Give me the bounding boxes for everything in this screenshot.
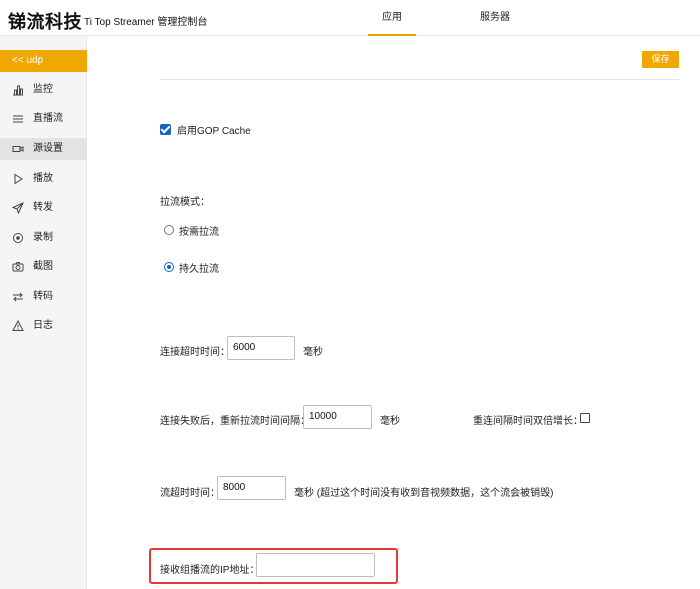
save-button[interactable]: 保存 <box>642 51 679 68</box>
sidebar-item-label: 监控 <box>33 84 53 95</box>
stream-timeout-label: 流超时时间： <box>160 488 220 499</box>
sidebar-item-monitor[interactable]: 监控 <box>0 79 87 101</box>
sidebar-item-live-streams[interactable]: 直播流 <box>0 108 87 130</box>
pull-on-demand-radio[interactable] <box>164 225 174 235</box>
sidebar-item-source-settings[interactable]: 源设置 <box>0 138 87 160</box>
sidebar-item-logs[interactable]: 日志 <box>0 315 87 337</box>
back-to-udp-button[interactable]: << udp <box>0 50 87 72</box>
divider <box>160 79 679 80</box>
retry-interval-input[interactable]: 10000 <box>303 405 372 429</box>
sidebar-item-label: 源设置 <box>33 143 63 154</box>
pull-persistent-radio[interactable] <box>164 262 174 272</box>
sidebar-item-label: 转码 <box>33 291 53 302</box>
pull-persistent-option[interactable]: 持久拉流 <box>164 261 219 275</box>
gop-cache-row: 启用GOP Cache <box>160 123 251 137</box>
sidebar-item-snapshot[interactable]: 截图 <box>0 256 87 278</box>
sidebar-item-transcode[interactable]: 转码 <box>0 286 87 308</box>
retry-interval-unit: 毫秒 <box>380 416 400 427</box>
pull-persistent-label: 持久拉流 <box>179 263 219 275</box>
sidebar-item-forward[interactable]: 转发 <box>0 197 87 219</box>
video-camera-icon <box>12 143 24 155</box>
warning-icon <box>12 320 24 332</box>
stream-timeout-unit: 毫秒 (超过这个时间没有收到音视频数据，这个流会被销毁) <box>294 488 554 499</box>
gop-cache-label: 启用GOP Cache <box>177 126 251 137</box>
sidebar-item-label: 播放 <box>33 173 53 184</box>
send-icon <box>12 202 24 214</box>
highlight-annotation <box>149 548 398 584</box>
stream-timeout-input[interactable]: 8000 <box>217 476 286 500</box>
pull-on-demand-label: 按需拉流 <box>179 226 219 238</box>
sidebar-item-label: 转发 <box>33 202 53 213</box>
sidebar-item-label: 截图 <box>33 261 53 272</box>
top-bar: 锑流科技 Ti Top Streamer 管理控制台 应用 服务器 <box>0 0 700 36</box>
connect-timeout-unit: 毫秒 <box>303 347 323 358</box>
retry-double-label: 重连间隔时间双倍增长： <box>473 416 583 427</box>
sidebar-item-record[interactable]: 录制 <box>0 227 87 249</box>
tab-server[interactable]: 服务器 <box>470 0 520 36</box>
sidebar: << udp 监控 直播流 源设置 播放 转发 录制 截图 转码 日志 <box>0 36 87 589</box>
gop-cache-checkbox[interactable] <box>160 124 171 135</box>
record-icon <box>12 232 24 244</box>
play-icon <box>12 173 24 185</box>
brand-logo: 锑流科技 <box>8 12 82 33</box>
pull-on-demand-option[interactable]: 按需拉流 <box>164 224 219 238</box>
transcode-icon <box>12 291 24 303</box>
sidebar-item-label: 录制 <box>33 232 53 243</box>
app-title: Ti Top Streamer 管理控制台 <box>84 17 208 28</box>
sidebar-item-label: 直播流 <box>33 113 63 124</box>
connect-timeout-label: 连接超时时间： <box>160 347 230 358</box>
bar-chart-icon <box>12 84 24 96</box>
sidebar-item-label: 日志 <box>33 320 53 331</box>
retry-interval-label: 连接失败后，重新拉流时间间隔： <box>160 416 310 427</box>
retry-double-checkbox[interactable] <box>580 413 590 423</box>
list-icon <box>12 113 24 125</box>
camera-icon <box>12 261 24 273</box>
tab-app[interactable]: 应用 <box>368 0 416 36</box>
connect-timeout-input[interactable]: 6000 <box>227 336 295 360</box>
sidebar-item-play[interactable]: 播放 <box>0 168 87 190</box>
pull-mode-label: 拉流模式： <box>160 197 210 208</box>
